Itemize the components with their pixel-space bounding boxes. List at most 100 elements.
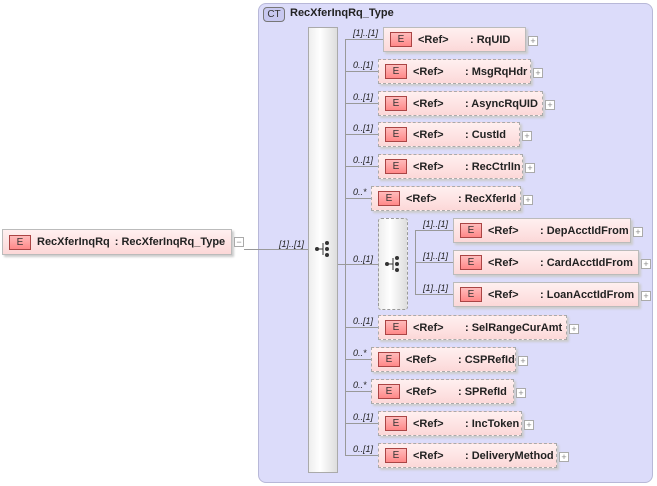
element-name: : CardAcctIdFrom bbox=[540, 256, 633, 269]
expand-icon[interactable]: + bbox=[518, 356, 528, 366]
element-box[interactable]: E <Ref> : AsyncRqUID bbox=[378, 91, 543, 116]
connector bbox=[345, 103, 378, 104]
sequence-icon bbox=[385, 256, 399, 272]
element-ref: <Ref> bbox=[413, 128, 444, 141]
complex-type-badge: CT bbox=[263, 7, 285, 22]
connector bbox=[345, 198, 371, 199]
expand-icon[interactable]: + bbox=[633, 227, 643, 237]
element-badge: E bbox=[378, 384, 400, 399]
expand-icon[interactable]: + bbox=[516, 388, 526, 398]
element-name: : RecCtrlIn bbox=[465, 160, 521, 173]
element-name: : LoanAcctIdFrom bbox=[540, 288, 635, 301]
expand-icon[interactable]: + bbox=[559, 452, 569, 462]
root-element-name: RecXferInqRq bbox=[37, 236, 110, 248]
element-ref: <Ref> bbox=[413, 160, 444, 173]
element-box[interactable]: E <Ref> : CustId bbox=[378, 122, 520, 147]
expand-icon[interactable]: + bbox=[528, 36, 538, 46]
element-name: : RqUID bbox=[470, 33, 511, 46]
element-badge: E bbox=[385, 159, 407, 174]
element-badge: E bbox=[460, 223, 482, 238]
element-box[interactable]: E <Ref> : RecCtrlIn bbox=[378, 154, 523, 179]
connector bbox=[415, 230, 453, 231]
expand-icon[interactable]: + bbox=[523, 195, 533, 205]
element-name: : SPRefId bbox=[458, 385, 507, 398]
element-badge: E bbox=[385, 96, 407, 111]
expand-icon[interactable]: + bbox=[522, 131, 532, 141]
element-ref: <Ref> bbox=[406, 385, 437, 398]
element-box[interactable]: E <Ref> : CardAcctIdFrom bbox=[453, 250, 639, 275]
element-box[interactable]: E <Ref> : SelRangeCurAmt bbox=[378, 315, 567, 340]
element-badge: E bbox=[460, 287, 482, 302]
element-multiplicity: 0..* bbox=[353, 380, 367, 390]
connector bbox=[345, 455, 378, 456]
element-box[interactable]: E <Ref> : SPRefId bbox=[371, 379, 514, 404]
element-badge: E bbox=[385, 320, 407, 335]
connector bbox=[345, 166, 378, 167]
connector bbox=[345, 39, 346, 456]
connector bbox=[345, 391, 371, 392]
element-name: : SelRangeCurAmt bbox=[465, 321, 563, 334]
element-multiplicity: 0..[1] bbox=[353, 123, 374, 133]
element-ref: <Ref> bbox=[413, 449, 444, 462]
expand-icon[interactable]: + bbox=[525, 163, 535, 173]
element-multiplicity: [1]..[1] bbox=[353, 28, 379, 38]
element-multiplicity: 0..* bbox=[353, 348, 367, 358]
element-ref: <Ref> bbox=[418, 33, 449, 46]
root-element-type: : RecXferInqRq_Type bbox=[114, 236, 226, 248]
element-ref: <Ref> bbox=[488, 288, 519, 301]
element-badge: E bbox=[460, 255, 482, 270]
connector bbox=[244, 249, 308, 250]
element-box[interactable]: E <Ref> : DeliveryMethod bbox=[378, 443, 557, 468]
connector bbox=[345, 423, 378, 424]
root-multiplicity: [1]..[1] bbox=[279, 239, 305, 249]
element-ref: <Ref> bbox=[406, 192, 437, 205]
collapse-icon[interactable]: − bbox=[234, 237, 244, 247]
element-ref: <Ref> bbox=[488, 224, 519, 237]
root-element[interactable]: E RecXferInqRq : RecXferInqRq_Type bbox=[2, 229, 232, 255]
element-name: : DeliveryMethod bbox=[465, 449, 554, 462]
element-badge: E bbox=[385, 416, 407, 431]
element-badge: E bbox=[385, 448, 407, 463]
element-name: : DepAcctIdFrom bbox=[540, 224, 629, 237]
expand-icon[interactable]: + bbox=[569, 324, 579, 334]
expand-icon[interactable]: + bbox=[641, 291, 651, 301]
element-multiplicity: 0..[1] bbox=[353, 155, 374, 165]
element-multiplicity: 0..[1] bbox=[353, 412, 374, 422]
expand-icon[interactable]: + bbox=[524, 420, 534, 430]
element-multiplicity: 0..[1] bbox=[353, 60, 374, 70]
sequence-icon bbox=[315, 241, 329, 257]
element-name: : CSPRefId bbox=[458, 353, 515, 366]
element-box[interactable]: E <Ref> : RqUID bbox=[383, 27, 526, 52]
element-badge: E bbox=[385, 64, 407, 79]
element-box[interactable]: E <Ref> : LoanAcctIdFrom bbox=[453, 282, 639, 307]
element-ref: <Ref> bbox=[488, 256, 519, 269]
element-multiplicity: 0..[1] bbox=[353, 444, 374, 454]
element-ref: <Ref> bbox=[413, 65, 444, 78]
element-box[interactable]: E <Ref> : MsgRqHdr bbox=[378, 59, 531, 84]
inner-sequence-multiplicity: 0..[1] bbox=[353, 254, 374, 264]
element-name: : IncToken bbox=[465, 417, 520, 430]
connector bbox=[338, 264, 378, 265]
element-multiplicity: 0..* bbox=[353, 187, 367, 197]
element-box[interactable]: E <Ref> : CSPRefId bbox=[371, 347, 516, 372]
element-name: : MsgRqHdr bbox=[465, 65, 528, 78]
element-multiplicity: [1]..[1] bbox=[423, 283, 449, 293]
element-multiplicity: 0..[1] bbox=[353, 316, 374, 326]
element-ref: <Ref> bbox=[413, 97, 444, 110]
expand-icon[interactable]: + bbox=[533, 68, 543, 78]
element-multiplicity: [1]..[1] bbox=[423, 219, 449, 229]
element-badge: E bbox=[378, 352, 400, 367]
expand-icon[interactable]: + bbox=[545, 100, 555, 110]
connector bbox=[345, 327, 378, 328]
element-ref: <Ref> bbox=[413, 321, 444, 334]
connector bbox=[345, 134, 378, 135]
expand-icon[interactable]: + bbox=[641, 259, 651, 269]
element-badge: E bbox=[385, 127, 407, 142]
element-box[interactable]: E <Ref> : IncToken bbox=[378, 411, 522, 436]
connector bbox=[345, 359, 371, 360]
element-name: : CustId bbox=[465, 128, 506, 141]
element-badge: E bbox=[9, 234, 31, 250]
element-box[interactable]: E <Ref> : DepAcctIdFrom bbox=[453, 218, 631, 243]
element-box[interactable]: E <Ref> : RecXferId bbox=[371, 186, 521, 211]
element-ref: <Ref> bbox=[406, 353, 437, 366]
